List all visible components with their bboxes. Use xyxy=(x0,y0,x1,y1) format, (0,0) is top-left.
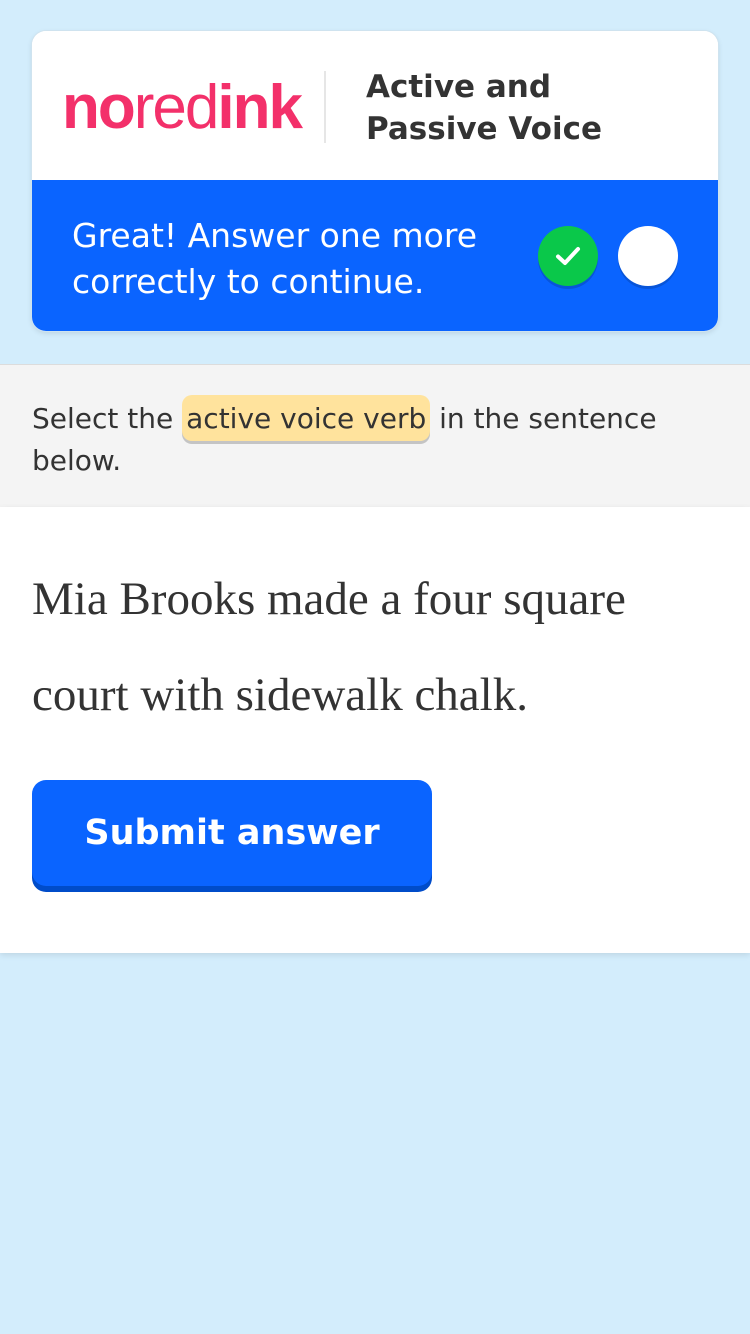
submit-answer-button[interactable]: Submit answer xyxy=(32,780,432,886)
lesson-header-card: noredink Active and Passive Voice Great!… xyxy=(32,31,718,331)
logo-part-red: red xyxy=(133,73,220,142)
header-divider xyxy=(324,71,326,143)
progress-dot-complete xyxy=(538,226,598,286)
question-sentence[interactable]: Mia Brooks made a four square court with… xyxy=(32,551,722,743)
question-panel: Mia Brooks made a four square court with… xyxy=(0,507,750,953)
progress-message: Great! Answer one more correctly to cont… xyxy=(72,216,478,301)
progress-banner: Great! Answer one more correctly to cont… xyxy=(32,180,718,331)
instruction-prefix: Select the xyxy=(32,402,174,435)
instruction-term: active voice verb xyxy=(182,395,431,441)
noredink-logo[interactable]: noredink xyxy=(62,73,303,143)
progress-dot-pending xyxy=(618,226,678,286)
checkmark-icon xyxy=(556,247,580,265)
instruction-panel: Select the active voice verb in the sent… xyxy=(0,364,750,508)
logo-part-ink: ink xyxy=(217,73,303,142)
instruction-text: Select the active voice verb in the sent… xyxy=(32,395,722,481)
lesson-title: Active and Passive Voice xyxy=(366,69,602,147)
lesson-header: noredink Active and Passive Voice xyxy=(32,31,718,180)
logo-part-no: no xyxy=(62,73,136,142)
